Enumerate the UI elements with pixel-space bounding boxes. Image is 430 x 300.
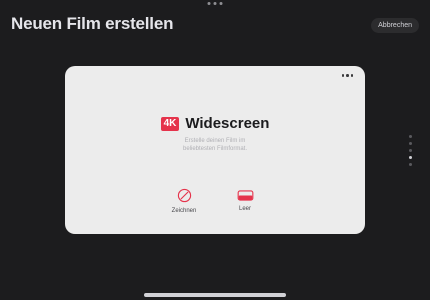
- dot-icon: [219, 2, 223, 5]
- page-dot[interactable]: [409, 142, 412, 145]
- pencil-slash-icon: [177, 188, 191, 203]
- description-line: Erstelle deinen Film im: [184, 138, 246, 144]
- empty-frame-icon: [237, 190, 253, 201]
- page-dot[interactable]: [409, 135, 412, 138]
- draw-option-button[interactable]: Zeichnen: [164, 188, 204, 214]
- page-title: Neuen Film erstellen: [11, 14, 174, 33]
- multitasking-dots-icon[interactable]: [207, 2, 223, 5]
- format-heading: 4K Widescreen: [65, 115, 365, 132]
- page-dot[interactable]: [409, 163, 412, 166]
- dot-icon: [207, 2, 211, 5]
- cancel-button[interactable]: Abbrechen: [371, 18, 419, 33]
- page-dot-active[interactable]: [409, 156, 412, 159]
- draw-option-label: Zeichnen: [171, 208, 197, 214]
- 4k-badge: 4K: [160, 116, 180, 131]
- page-indicator[interactable]: [409, 135, 412, 166]
- more-options-icon[interactable]: [341, 74, 353, 77]
- description-line: beliebtesten Filmformat.: [182, 146, 248, 152]
- page-dot[interactable]: [409, 149, 412, 152]
- dot-icon: [213, 2, 217, 5]
- empty-option-label: Leer: [238, 206, 251, 212]
- empty-option-button[interactable]: Leer: [225, 188, 265, 212]
- home-indicator[interactable]: [144, 293, 286, 297]
- format-name: Widescreen: [185, 115, 270, 132]
- format-card[interactable]: 4K Widescreen Erstelle deinen Film im be…: [65, 66, 365, 234]
- format-description: Erstelle deinen Film im beliebtesten Fil…: [65, 137, 365, 153]
